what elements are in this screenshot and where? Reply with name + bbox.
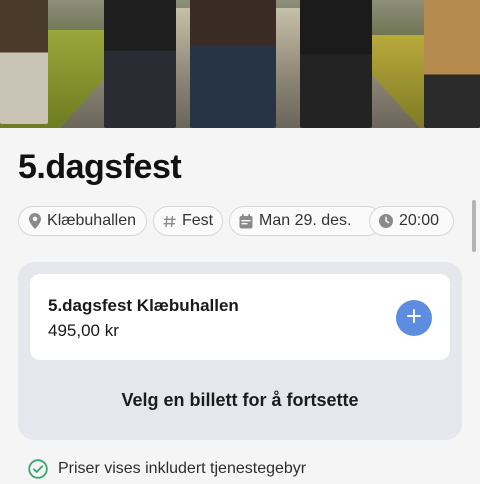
page-scrollbar[interactable] [472,200,476,252]
time-label: 20:00 [399,212,440,229]
check-circle-icon [28,459,48,479]
event-title: 5.dagsfest [18,148,182,186]
ticket-selection-panel: 5.dagsfest Klæbuhallen 495,00 kr Velg en… [18,262,462,440]
hashtag-icon [163,213,176,229]
hero-person [190,0,276,128]
plus-icon [406,308,422,329]
ticket-name: 5.dagsfest Klæbuhallen [48,296,239,315]
ticket-option[interactable]: 5.dagsfest Klæbuhallen 495,00 kr [30,274,450,360]
category-chip[interactable]: Fest [153,206,223,236]
category-label: Fest [182,212,214,229]
hero-person [300,0,372,128]
time-chip[interactable]: 20:00 [369,206,454,236]
clock-icon [379,213,393,229]
event-hero-image [0,0,480,128]
ticket-price: 495,00 kr [48,321,119,340]
location-pin-icon [28,213,41,229]
price-notice-text: Priser vises inkludert tjenestegebyr [58,460,307,477]
calendar-icon [239,213,253,229]
price-notice: Priser vises inkludert tjenestegebyr [28,458,306,480]
hero-person [0,0,48,124]
hero-person [424,0,480,128]
date-label: Man 29. des. [259,212,352,229]
continue-button[interactable]: Velg en billett for å fortsette [18,390,462,411]
hero-person [104,0,176,128]
date-chip[interactable]: Man 29. des. [229,206,382,236]
venue-chip[interactable]: Klæbuhallen [18,206,147,236]
add-ticket-button[interactable] [396,300,432,336]
venue-label: Klæbuhallen [47,212,136,229]
